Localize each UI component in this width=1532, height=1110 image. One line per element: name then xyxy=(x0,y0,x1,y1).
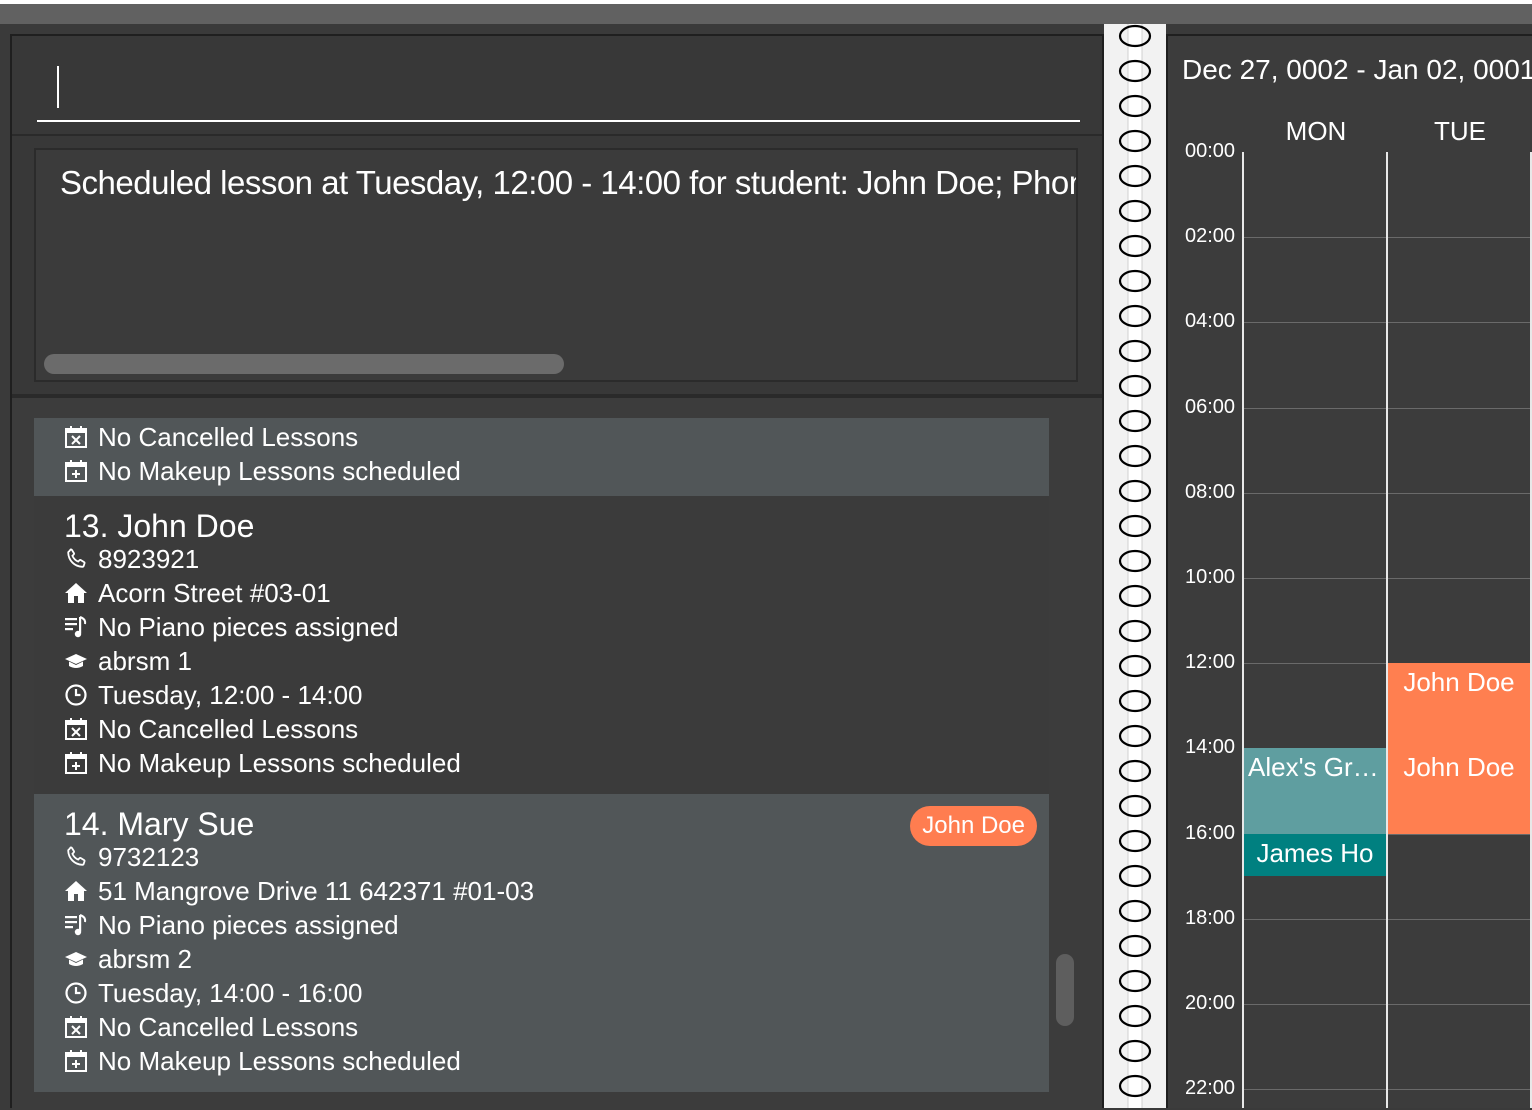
student-detail-row: abrsm 2 xyxy=(64,944,192,974)
group-tag-badge: John Doe xyxy=(910,806,1037,846)
student-detail-text: No Piano pieces assigned xyxy=(98,611,399,642)
day-header-mon: MON xyxy=(1285,116,1347,146)
student-card[interactable]: 14. Mary Sue John Doe 9732123 51 Mangrove D… xyxy=(34,794,1049,1092)
student-detail-text: No Cancelled Lessons xyxy=(98,1011,359,1042)
horizontal-scrollbar[interactable] xyxy=(44,354,564,374)
command-box[interactable] xyxy=(12,36,1102,134)
time-label: 00:00 xyxy=(1185,140,1236,162)
student-detail-text: No Piano pieces assigned xyxy=(98,909,399,940)
student-detail-text: 51 Mangrove Drive 11 642371 #01-03 xyxy=(98,875,535,906)
student-detail-row: Tuesday, 14:00 - 16:00 xyxy=(64,978,363,1008)
time-label: 18:00 xyxy=(1185,906,1236,929)
calendar-cancelled-icon xyxy=(64,1015,88,1039)
student-detail-row: 8923921 xyxy=(64,544,199,574)
student-detail-row: No Cancelled Lessons xyxy=(64,422,358,452)
top-strip xyxy=(0,4,1532,24)
time-label: 14:00 xyxy=(1185,736,1236,759)
calendar-cancelled-icon xyxy=(64,425,88,449)
time-label: 08:00 xyxy=(1185,480,1236,503)
student-card[interactable]: No Cancelled Lessons No Makeup Lessons sc… xyxy=(34,418,1049,496)
student-detail-row: Tuesday, 12:00 - 14:00 xyxy=(64,680,363,710)
student-detail-row: Acorn Street #03-01 xyxy=(64,578,331,608)
student-detail-text: abrsm 2 xyxy=(98,943,192,974)
day-column-divider xyxy=(1242,152,1244,1108)
time-label: 16:00 xyxy=(1185,821,1236,844)
phone-icon xyxy=(64,845,88,869)
graduation-cap-icon xyxy=(64,649,88,673)
calendar-panel: Dec 27, 0002 - Jan 02, 0001 MON TUE 00:00… xyxy=(1166,34,1532,1108)
calendar-grid[interactable]: Alex's Gro... James Ho John Doe John Doe xyxy=(1242,152,1532,1108)
time-label: 20:00 xyxy=(1185,992,1236,1014)
student-detail-text: Acorn Street #03-01 xyxy=(98,577,331,608)
student-detail-text: 8923921 xyxy=(98,543,200,574)
calendar-add-icon xyxy=(64,751,88,775)
student-detail-text: No Cancelled Lessons xyxy=(98,713,359,744)
student-detail-text: No Makeup Lessons scheduled xyxy=(98,1045,461,1076)
calendar-event[interactable]: John Doe xyxy=(1388,663,1530,749)
student-detail-row: No Cancelled Lessons xyxy=(64,1012,358,1042)
student-detail-row: No Makeup Lessons scheduled xyxy=(64,748,461,778)
student-list[interactable]: No Cancelled Lessons No Makeup Lessons sc… xyxy=(12,398,1102,1110)
result-display-area: Scheduled lesson at Tuesday, 12:00 - 14:… xyxy=(12,136,1102,394)
student-detail-text: abrsm 1 xyxy=(98,645,192,676)
notebook-spiral-binding xyxy=(1104,24,1166,1108)
student-detail-row: No Cancelled Lessons xyxy=(64,714,358,744)
student-detail-text: Tuesday, 12:00 - 14:00 xyxy=(98,679,363,710)
student-detail-text: 9732123 xyxy=(98,841,200,872)
calendar-event[interactable]: John Doe xyxy=(1388,748,1530,834)
student-detail-row: 9732123 xyxy=(64,842,199,872)
left-panel: Scheduled lesson at Tuesday, 12:00 - 14:… xyxy=(10,34,1104,1110)
graduation-cap-icon xyxy=(64,947,88,971)
student-detail-text: No Cancelled Lessons xyxy=(98,421,359,452)
student-detail-text: No Makeup Lessons scheduled xyxy=(98,747,461,778)
calendar-date-range: Dec 27, 0002 - Jan 02, 0001 xyxy=(1182,54,1532,85)
student-detail-text: No Makeup Lessons scheduled xyxy=(98,455,461,486)
phone-icon xyxy=(64,547,88,571)
student-detail-row: No Makeup Lessons scheduled xyxy=(64,1046,461,1076)
student-detail-row: No Piano pieces assigned xyxy=(64,612,399,642)
time-label: 10:00 xyxy=(1185,566,1236,588)
calendar-add-icon xyxy=(64,459,88,483)
music-list-icon xyxy=(64,615,88,639)
student-card[interactable]: 13. John Doe 8923921 Acorn Street #03-01 No… xyxy=(34,496,1049,794)
student-detail-text: Tuesday, 14:00 - 16:00 xyxy=(98,977,363,1008)
student-name: 14. Mary Sue xyxy=(64,806,255,842)
calendar-add-icon xyxy=(64,1049,88,1073)
command-input-underline xyxy=(37,120,1080,122)
result-display[interactable]: Scheduled lesson at Tuesday, 12:00 - 14:… xyxy=(34,148,1078,382)
student-name: 13. John Doe xyxy=(64,508,255,544)
calendar-event[interactable]: Alex's Gro... xyxy=(1244,748,1386,834)
time-label: 02:00 xyxy=(1185,225,1236,248)
student-detail-row: abrsm 1 xyxy=(64,646,192,676)
music-list-icon xyxy=(64,913,88,937)
clock-icon xyxy=(64,981,88,1005)
clock-icon xyxy=(64,683,88,707)
student-detail-row: 51 Mangrove Drive 11 642371 #01-03 xyxy=(64,876,534,906)
time-label: 12:00 xyxy=(1185,651,1236,674)
home-icon xyxy=(64,581,88,605)
vertical-scrollbar[interactable] xyxy=(1056,954,1074,1026)
time-label: 06:00 xyxy=(1185,395,1236,418)
result-message: Scheduled lesson at Tuesday, 12:00 - 14:… xyxy=(60,164,1076,201)
text-caret xyxy=(57,66,59,108)
day-header-tue: TUE xyxy=(1434,116,1486,146)
student-detail-row: No Makeup Lessons scheduled xyxy=(64,456,461,486)
time-label: 22:00 xyxy=(1185,1077,1236,1100)
calendar-cancelled-icon xyxy=(64,717,88,741)
day-column-divider xyxy=(1386,152,1388,1108)
home-icon xyxy=(64,879,88,903)
student-detail-row: No Piano pieces assigned xyxy=(64,910,399,940)
window-top-bar xyxy=(0,0,1532,24)
calendar-event[interactable]: James Ho xyxy=(1244,833,1386,877)
spiral-rings xyxy=(1118,24,1152,1108)
time-label: 04:00 xyxy=(1185,310,1236,333)
